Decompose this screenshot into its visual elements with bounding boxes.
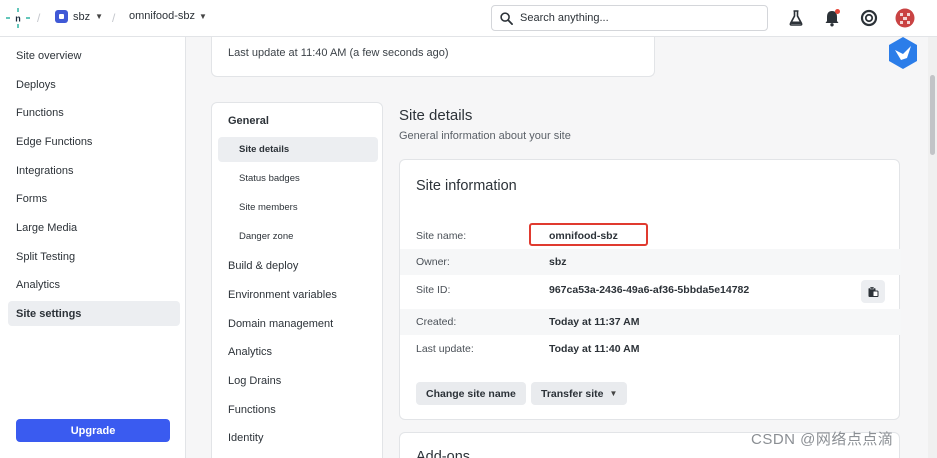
bird-extension-icon[interactable] [886,36,920,70]
settings-nav-functions[interactable]: Functions [228,404,276,416]
transfer-site-button[interactable]: Transfer site ▼ [531,382,628,405]
chevron-down-icon: ▼ [95,12,104,21]
site-name: omnifood-sbz [129,10,196,22]
settings-nav-identity[interactable]: Identity [228,432,263,444]
info-row-site-id: Site ID: 967ca53a-2436-49a6-af36-5bbda5e… [400,277,901,303]
settings-nav-log-drains[interactable]: Log Drains [228,375,281,387]
sidebar-item-label: Split Testing [16,250,76,263]
sidebar-item-integrations[interactable]: Integrations [8,158,180,183]
row-label: Owner: [416,256,450,268]
chevron-down-icon: ▼ [199,11,207,21]
sidebar-item-large-media[interactable]: Large Media [8,215,180,240]
sidebar-item-site-overview[interactable]: Site overview [8,43,180,68]
settings-nav-danger-zone[interactable]: Danger zone [218,224,378,249]
sidebar-item-label: Site overview [16,49,82,62]
settings-nav: General Site details Status badges Site … [211,102,383,458]
highlight-annotation [529,223,648,246]
sidebar-item-analytics[interactable]: Analytics [8,272,180,297]
settings-nav-domain-management[interactable]: Domain management [228,318,333,330]
info-row-last-update: Last update: Today at 11:40 AM [400,336,901,362]
flask-icon[interactable] [787,9,805,27]
breadcrumb-separator: / [37,11,41,25]
svg-text:n: n [15,14,21,24]
avatar[interactable] [895,8,915,28]
sidebar: Site overview Deploys Functions Edge Fun… [0,37,186,458]
team-switcher[interactable]: sbz ▼ [55,10,103,23]
sidebar-item-functions[interactable]: Functions [8,100,180,125]
sidebar-item-deploys[interactable]: Deploys [8,72,180,97]
sidebar-item-split-testing[interactable]: Split Testing [8,244,180,269]
site-switcher[interactable]: omnifood-sbz ▼ [129,10,207,22]
row-value: Today at 11:37 AM [549,316,640,328]
info-row-site-name: Site name: omnifood-sbz [400,223,901,249]
watermark: CSDN @网络点点滴 [751,431,894,448]
chevron-down-icon: ▼ [609,389,618,398]
settings-nav-status-badges[interactable]: Status badges [218,166,378,191]
card-title: Add-ons [416,449,471,458]
sidebar-item-label: Functions [16,106,64,119]
row-value: sbz [549,256,567,268]
info-row-created: Created: Today at 11:37 AM [400,309,901,335]
upgrade-button[interactable]: Upgrade [16,419,170,442]
sidebar-item-edge-functions[interactable]: Edge Functions [8,129,180,154]
clipboard-icon [868,286,879,297]
button-label: Transfer site [541,387,604,400]
site-summary-card: Last update at 11:40 AM (a few seconds a… [211,37,655,77]
help-lifebuoy-icon[interactable] [860,9,878,27]
settings-nav-label: Site members [239,202,298,213]
netlify-logo-icon[interactable]: n [6,7,30,29]
settings-nav-build-deploy[interactable]: Build & deploy [228,260,298,272]
section-title: Site details [399,107,473,124]
change-site-name-button[interactable]: Change site name [416,382,526,405]
copy-site-id-button[interactable] [861,280,885,303]
breadcrumb-separator: / [112,11,116,25]
row-value: Today at 11:40 AM [549,343,640,355]
notification-dot [835,9,840,14]
settings-nav-analytics[interactable]: Analytics [228,346,272,358]
settings-nav-label: Site details [239,144,290,155]
row-label: Site name: [416,230,467,242]
sidebar-item-site-settings[interactable]: Site settings [8,301,180,326]
site-information-card: Site information Site name: omnifood-sbz… [399,159,901,420]
team-avatar-icon [55,10,68,23]
settings-nav-site-details[interactable]: Site details [218,137,378,162]
settings-nav-general[interactable]: General [228,115,269,127]
sidebar-item-label: Deploys [16,78,56,91]
sidebar-item-label: Analytics [16,278,61,291]
team-name: sbz [73,10,91,23]
search-icon [500,11,513,25]
settings-nav-label: Status badges [239,173,300,184]
row-label: Site ID: [416,284,451,296]
row-label: Last update: [416,343,474,355]
settings-nav-site-members[interactable]: Site members [218,195,378,220]
sidebar-item-label: Site settings [16,307,82,320]
settings-nav-environment-variables[interactable]: Environment variables [228,289,337,301]
search-input[interactable]: Search anything... [491,5,768,31]
section-subtitle: General information about your site [399,130,571,142]
sidebar-item-label: Forms [16,192,48,205]
settings-nav-label: Danger zone [239,231,294,242]
card-title: Site information [416,178,517,194]
top-bar: n / sbz ▼ / omnifood-sbz ▼ Search anythi… [0,0,937,37]
button-label: Change site name [426,387,516,400]
sidebar-item-label: Integrations [16,164,74,177]
sidebar-item-label: Large Media [16,221,78,234]
search-placeholder: Search anything... [520,12,609,24]
row-value: 967ca53a-2436-49a6-af36-5bbda5e14782 [549,284,750,296]
row-label: Created: [416,316,457,328]
scrollbar-thumb[interactable] [930,75,935,155]
last-update-text: Last update at 11:40 AM (a few seconds a… [228,47,449,59]
sidebar-item-forms[interactable]: Forms [8,186,180,211]
sidebar-item-label: Edge Functions [16,135,93,148]
info-row-owner: Owner: sbz [400,249,901,275]
